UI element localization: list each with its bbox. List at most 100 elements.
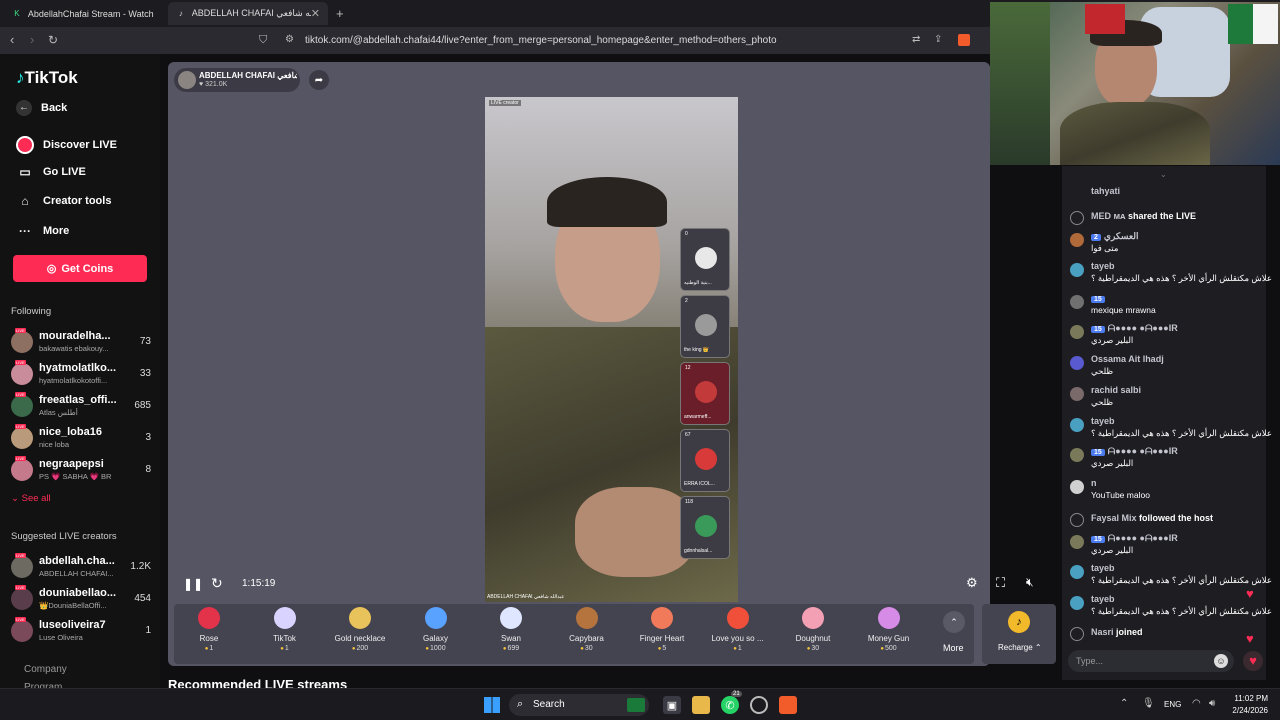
suggested-account[interactable]: LIVE luseoliveira7 Luse Oliveira 1 bbox=[11, 617, 151, 646]
get-coins-button[interactable]: ◎ Get Coins bbox=[13, 255, 147, 282]
sidebar-item-more[interactable]: ··· More bbox=[16, 224, 69, 238]
chat-avatar[interactable] bbox=[1070, 448, 1084, 462]
gift-item[interactable]: Money Gun 500 bbox=[854, 607, 924, 652]
back-icon[interactable]: ‹ bbox=[10, 33, 14, 47]
recharge-button[interactable]: ♪ Recharge ⌃ bbox=[982, 604, 1056, 664]
gift-item[interactable]: Swan 699 bbox=[476, 607, 546, 652]
chat-username[interactable]: tayeb bbox=[1091, 563, 1115, 573]
gift-item[interactable]: Love you so ... 1 bbox=[703, 607, 773, 652]
windows-start-icon[interactable] bbox=[483, 696, 501, 714]
tiktok-logo[interactable]: ♪TikTok bbox=[16, 68, 78, 88]
suggested-account[interactable]: LIVE abdellah.cha... ABDELLAH CHAFAI... … bbox=[11, 553, 151, 582]
chat-username[interactable]: 15 ᗩ●●●● ●ᗩ●●●IR bbox=[1091, 323, 1178, 334]
suggested-account[interactable]: LIVE douniabellao... 👑DouniaBellaOffi...… bbox=[11, 585, 151, 614]
chat-avatar[interactable] bbox=[1070, 211, 1084, 225]
volume-icon[interactable]: 🔊︎ bbox=[1209, 698, 1215, 709]
taskbar-search[interactable]: ⌕ Search bbox=[509, 694, 649, 716]
browser-tab-active[interactable]: ♪ ABDELLAH CHAFAI عبدالله شافعي ✕ bbox=[168, 2, 328, 25]
guest-slot[interactable]: 67 ERRA ICOL... bbox=[680, 429, 730, 492]
chat-avatar[interactable] bbox=[1070, 387, 1084, 401]
share-live-button[interactable]: ➦ bbox=[309, 70, 329, 90]
following-account[interactable]: LIVE mouradelha... bakawatis ebakouy... … bbox=[11, 328, 151, 357]
guest-slot[interactable]: 2 the king 👑 bbox=[680, 295, 730, 358]
reload-icon[interactable]: ↻ bbox=[48, 33, 58, 47]
chat-avatar[interactable] bbox=[1070, 418, 1084, 432]
brave-shield-icon[interactable] bbox=[958, 34, 970, 46]
chat-username[interactable]: MED ᴍᴀ shared the LIVE bbox=[1091, 211, 1196, 221]
see-all-link[interactable]: ⌄ See all bbox=[11, 493, 51, 504]
url-field[interactable]: tiktok.com/@abdellah.chafai44/live?enter… bbox=[305, 35, 777, 46]
chat-avatar[interactable] bbox=[1070, 263, 1084, 277]
gift-item[interactable]: Gold necklace 200 bbox=[325, 607, 395, 652]
chat-username[interactable]: Nasri joined bbox=[1091, 627, 1143, 637]
host-info[interactable]: ABDELLAH CHAFAI عبدالله شافعي ♥ 321.0K bbox=[174, 68, 300, 92]
language-indicator[interactable]: ENG bbox=[1164, 700, 1181, 709]
guest-slot[interactable]: 118 gdnnhalsal... bbox=[680, 496, 730, 559]
settings-button[interactable]: ⚙ bbox=[966, 575, 978, 591]
sidebar-item-discover-live[interactable]: Discover LIVE bbox=[16, 136, 117, 154]
chat-avatar[interactable] bbox=[1070, 233, 1084, 247]
chat-username[interactable]: n bbox=[1091, 478, 1097, 488]
chat-username[interactable]: Ossama Ait lhadj bbox=[1091, 354, 1164, 364]
sidebar-item-creator-tools[interactable]: ⌂ Creator tools bbox=[16, 194, 111, 208]
guest-slot[interactable]: 0 بنية الوطنيه... bbox=[680, 228, 730, 291]
clock-date[interactable]: 2/24/2026 bbox=[1226, 706, 1268, 715]
wifi-icon[interactable]: ◠ bbox=[1192, 698, 1201, 709]
chat-avatar[interactable] bbox=[1070, 188, 1084, 202]
pause-button[interactable]: ❚❚ bbox=[183, 577, 203, 591]
replay-button[interactable]: ↻ bbox=[211, 575, 223, 592]
sidebar-item-go-live[interactable]: ▭ Go LIVE bbox=[16, 165, 85, 179]
chat-avatar[interactable] bbox=[1070, 295, 1084, 309]
chat-username[interactable]: 2 العسكري bbox=[1091, 231, 1139, 242]
bookmark-icon[interactable]: ⛉ bbox=[259, 33, 267, 47]
footer-company-link[interactable]: Company bbox=[24, 664, 67, 675]
site-info-icon[interactable]: ⚙ bbox=[285, 33, 294, 47]
chat-avatar[interactable] bbox=[1070, 565, 1084, 579]
chat-username[interactable]: 15 bbox=[1091, 293, 1108, 303]
tray-chevron-icon[interactable]: ⌃ bbox=[1120, 698, 1128, 709]
chat-avatar[interactable] bbox=[1070, 596, 1084, 610]
following-account[interactable]: LIVE nice_loba16 nice loba 3 bbox=[11, 424, 151, 453]
chat-username[interactable]: tahyati bbox=[1091, 186, 1120, 196]
like-button[interactable]: ♥ bbox=[1243, 651, 1263, 671]
close-tab-icon[interactable]: ✕ bbox=[311, 7, 320, 20]
chat-avatar[interactable] bbox=[1070, 480, 1084, 494]
chat-avatar[interactable] bbox=[1070, 325, 1084, 339]
share-icon[interactable]: ⇪ bbox=[934, 33, 942, 47]
fullscreen-button[interactable]: ⛶ bbox=[996, 575, 1005, 591]
more-gifts-button[interactable]: ⌃ bbox=[943, 611, 965, 633]
following-account[interactable]: LIVE negraapepsi PS 💗 SABHA 💗 BR 8 bbox=[11, 456, 151, 485]
chat-avatar[interactable] bbox=[1070, 627, 1084, 641]
chat-username[interactable]: 15 ᗩ●●●● ●ᗩ●●●IR bbox=[1091, 533, 1178, 544]
chat-username[interactable]: Faysal Mix followed the host bbox=[1091, 513, 1213, 523]
chat-username[interactable]: tayeb bbox=[1091, 416, 1115, 426]
chat-input[interactable]: Type... ☺ bbox=[1068, 650, 1234, 672]
chat-avatar[interactable] bbox=[1070, 535, 1084, 549]
new-tab-button[interactable]: + bbox=[336, 6, 344, 21]
gift-item[interactable]: TikTok 1 bbox=[250, 607, 320, 652]
chat-username[interactable]: tayeb bbox=[1091, 594, 1115, 604]
file-explorer-icon[interactable] bbox=[692, 696, 710, 714]
clock-time[interactable]: 11:02 PM bbox=[1230, 694, 1268, 703]
chat-avatar[interactable] bbox=[1070, 513, 1084, 527]
gift-item[interactable]: Galaxy 1000 bbox=[401, 607, 471, 652]
brave-browser-icon[interactable] bbox=[779, 696, 797, 714]
chat-username[interactable]: 15 ᗩ●●●● ●ᗩ●●●IR bbox=[1091, 446, 1178, 457]
app-icon[interactable] bbox=[750, 696, 768, 714]
back-link[interactable]: ← Back bbox=[16, 100, 67, 116]
forward-icon[interactable]: › bbox=[30, 33, 34, 47]
task-view-icon[interactable]: ▣ bbox=[663, 696, 681, 714]
chat-avatar[interactable] bbox=[1070, 356, 1084, 370]
emoji-icon[interactable]: ☺ bbox=[1214, 654, 1228, 668]
following-account[interactable]: LIVE freeatlas_offi... Atlas أطلس 685 bbox=[11, 392, 151, 421]
translate-icon[interactable]: ⇄ bbox=[912, 33, 920, 47]
gift-item[interactable]: Rose 1 bbox=[174, 607, 244, 652]
browser-tab[interactable]: K AbdellahChafai Stream - Watch Live bbox=[4, 2, 164, 25]
microphone-icon[interactable]: 🎙︎ bbox=[1142, 698, 1155, 709]
mute-button[interactable]: 🔇︎ bbox=[1026, 575, 1034, 590]
whatsapp-icon[interactable]: ✆ bbox=[721, 696, 739, 714]
guest-slot[interactable]: 12 anwarmeff... bbox=[680, 362, 730, 425]
following-account[interactable]: LIVE hyatmolatlko... hyatmolatlkokotoffi… bbox=[11, 360, 151, 389]
gift-item[interactable]: Capybara 30 bbox=[552, 607, 622, 652]
gift-item[interactable]: Finger Heart 5 bbox=[627, 607, 697, 652]
